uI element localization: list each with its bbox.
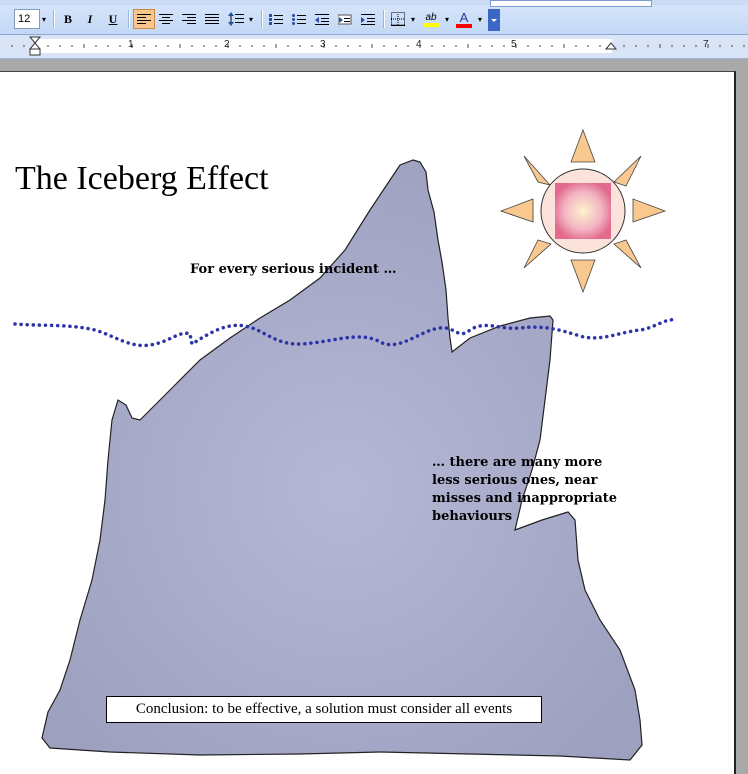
caption-top[interactable]: For every serious incident … (190, 261, 397, 279)
caption-bottom-line: misses and inappropriate (432, 491, 618, 506)
caption-bottom-line: … there are many more (432, 455, 603, 470)
caption-bottom-line: less serious ones, near (432, 473, 598, 488)
caption-bottom-line: behaviours (432, 509, 513, 524)
page-title[interactable]: The Iceberg Effect (15, 160, 269, 198)
sun-icon (499, 128, 667, 294)
caption-bottom[interactable]: … there are many more less serious ones,… (432, 454, 632, 526)
conclusion-textbox[interactable]: Conclusion: to be effective, a solution … (106, 696, 542, 723)
iceberg-drawing (13, 128, 678, 761)
